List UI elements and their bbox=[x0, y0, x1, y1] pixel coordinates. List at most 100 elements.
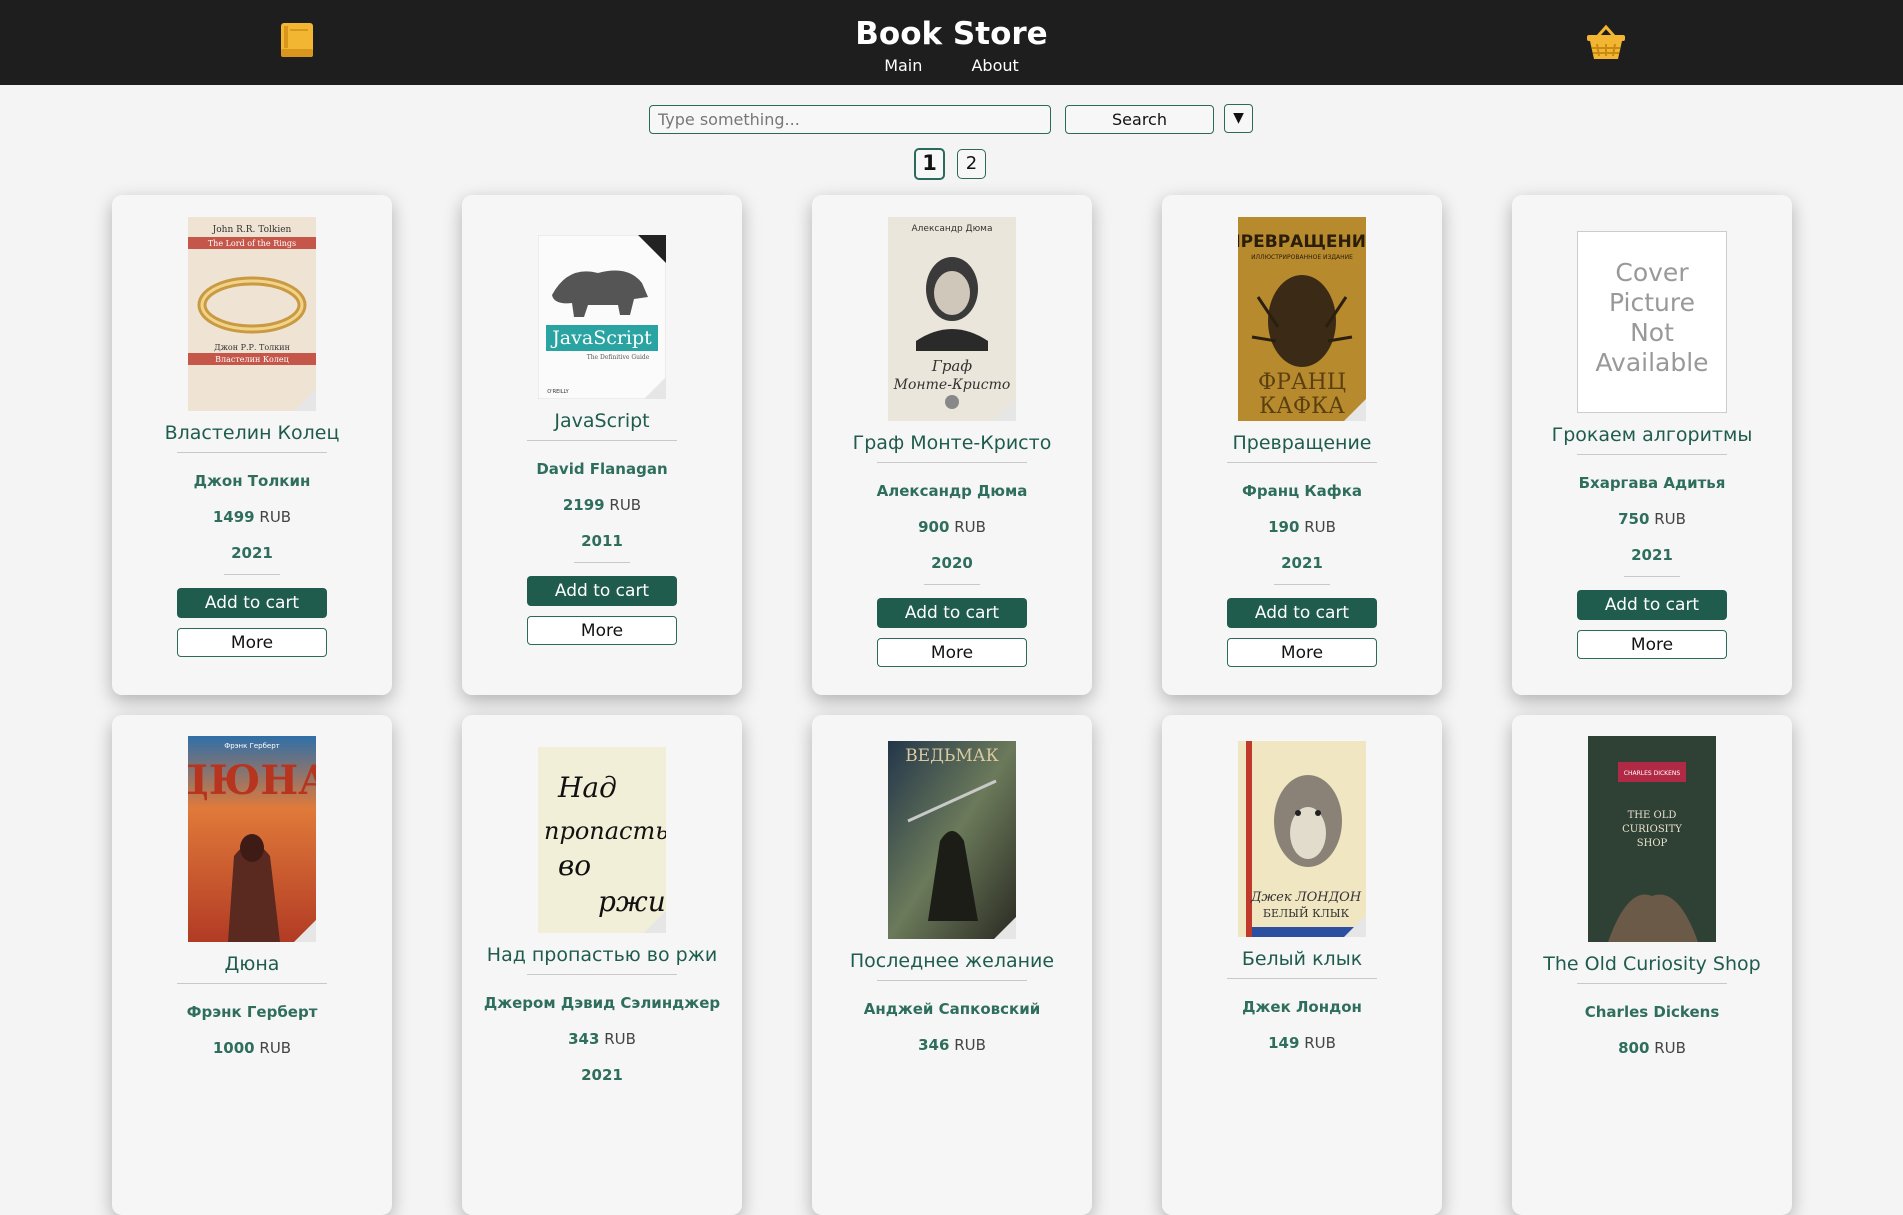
cover-text: КАФКА bbox=[1259, 394, 1345, 419]
page-2-button[interactable]: 2 bbox=[957, 149, 986, 179]
book-author: Александр Дюма bbox=[876, 482, 1028, 500]
book-title[interactable]: The Old Curiosity Shop bbox=[1512, 951, 1792, 977]
divider bbox=[1577, 454, 1727, 455]
more-button[interactable]: More bbox=[177, 628, 327, 657]
add-to-cart-button[interactable]: Add to cart bbox=[1227, 598, 1377, 628]
book-author: Анджей Сапковский bbox=[863, 1000, 1041, 1018]
cover-not-available-placeholder: Cover Picture Not Available bbox=[1577, 231, 1727, 413]
cover-text: SHOP bbox=[1637, 838, 1668, 849]
price-currency: RUB bbox=[1304, 518, 1336, 536]
cover-text: Над bbox=[557, 771, 617, 804]
basket-icon[interactable] bbox=[1585, 24, 1627, 62]
cover-text: БЕЛЫЙ КЛЫК bbox=[1263, 906, 1350, 920]
add-to-cart-button[interactable]: Add to cart bbox=[1577, 590, 1727, 620]
book-title[interactable]: Над пропастью во ржи bbox=[462, 942, 742, 968]
divider bbox=[1227, 462, 1377, 463]
price-value: 1499 bbox=[212, 508, 255, 526]
book-author: Джером Дэвид Сэлинджер bbox=[483, 994, 721, 1012]
cover-text: ИЛЛЮСТРИРОВАННОЕ ИЗДАНИЕ bbox=[1251, 254, 1353, 261]
book-price: 900 RUB bbox=[812, 518, 1092, 536]
divider bbox=[527, 974, 677, 975]
price-value: 190 bbox=[1268, 518, 1300, 536]
price-value: 2199 bbox=[562, 496, 605, 514]
cover-text: Граф bbox=[931, 357, 972, 375]
price-currency: RUB bbox=[259, 1039, 292, 1057]
book-title[interactable]: Дюна bbox=[112, 951, 392, 977]
more-button[interactable]: More bbox=[1577, 630, 1727, 659]
divider bbox=[1624, 576, 1680, 577]
book-cover-image: Джек ЛОНДОН БЕЛЫЙ КЛЫК bbox=[1238, 741, 1366, 937]
cover-text: Александр Дюма bbox=[912, 224, 993, 234]
add-to-cart-button[interactable]: Add to cart bbox=[177, 588, 327, 618]
cover-text: O'REILLY bbox=[547, 389, 569, 395]
more-button[interactable]: More bbox=[877, 638, 1027, 667]
cover-text: Властелин Колец bbox=[215, 355, 289, 364]
more-button[interactable]: More bbox=[1227, 638, 1377, 667]
price-currency: RUB bbox=[604, 1030, 636, 1048]
add-to-cart-button[interactable]: Add to cart bbox=[527, 576, 677, 606]
book-price: 1000 RUB bbox=[112, 1039, 392, 1057]
book-cover-image: CHARLES DICKENS THE OLD CURIOSITY SHOP bbox=[1588, 736, 1716, 942]
page-1-button[interactable]: 1 bbox=[914, 148, 945, 180]
price-currency: RUB bbox=[954, 1036, 986, 1054]
search-input[interactable] bbox=[649, 105, 1051, 134]
book-card: ПРЕВРАЩЕНИЕ ИЛЛЮСТРИРОВАННОЕ ИЗДАНИЕ ФРА… bbox=[1162, 195, 1442, 695]
book-card: Cover Picture Not Available Грокаем алго… bbox=[1512, 195, 1792, 695]
cover-text: JavaScript bbox=[550, 327, 652, 349]
cover-text: ФРАНЦ bbox=[1258, 370, 1346, 395]
cover-text: CHARLES DICKENS bbox=[1624, 770, 1681, 777]
price-value: 750 bbox=[1618, 510, 1650, 528]
book-cover-image: JavaScript The Definitive Guide O'REILLY bbox=[538, 235, 666, 399]
price-value: 900 bbox=[918, 518, 950, 536]
book-title[interactable]: Превращение bbox=[1162, 430, 1442, 456]
book-author: Фрэнк Герберт bbox=[186, 1003, 318, 1021]
divider bbox=[224, 574, 280, 575]
book-author: Charles Dickens bbox=[1584, 1003, 1720, 1021]
book-price: 2199 RUB bbox=[462, 496, 742, 514]
placeholder-text: Cover bbox=[1615, 258, 1689, 287]
book-price: 800 RUB bbox=[1512, 1039, 1792, 1057]
top-bar: Book Store Main About bbox=[0, 0, 1903, 85]
cover-text: THE OLD bbox=[1628, 810, 1677, 821]
book-cover-image: John R.R. Tolkien The Lord of the Rings … bbox=[188, 217, 316, 411]
book-year: 2021 bbox=[1281, 554, 1323, 572]
book-title[interactable]: JavaScript bbox=[462, 408, 742, 434]
cover-text: ДЮНА bbox=[188, 757, 316, 804]
placeholder-text: Available bbox=[1595, 348, 1709, 377]
book-card: Александр Дюма Граф Монте-Кристо Граф Мо… bbox=[812, 195, 1092, 695]
book-price: 149 RUB bbox=[1162, 1034, 1442, 1052]
search-button[interactable]: Search bbox=[1065, 105, 1214, 134]
add-to-cart-button[interactable]: Add to cart bbox=[877, 598, 1027, 628]
book-year: 2021 bbox=[231, 544, 273, 562]
divider bbox=[877, 462, 1027, 463]
cover-text: ПРЕВРАЩЕНИЕ bbox=[1238, 232, 1366, 252]
book-cover-image: ВЕДЬМАК bbox=[888, 741, 1016, 939]
book-year: 2021 bbox=[1631, 546, 1673, 564]
cover-text: CURIOSITY bbox=[1622, 824, 1682, 835]
price-value: 149 bbox=[1268, 1034, 1300, 1052]
book-cover-image: ПРЕВРАЩЕНИЕ ИЛЛЮСТРИРОВАННОЕ ИЗДАНИЕ ФРА… bbox=[1238, 217, 1366, 421]
book-title[interactable]: Белый клык bbox=[1162, 946, 1442, 972]
book-title[interactable]: Последнее желание bbox=[812, 948, 1092, 974]
more-button[interactable]: More bbox=[527, 616, 677, 645]
book-price: 343 RUB bbox=[462, 1030, 742, 1048]
price-value: 346 bbox=[918, 1036, 950, 1054]
book-price: 346 RUB bbox=[812, 1036, 1092, 1054]
book-card: Фрэнк Герберт ДЮНА Дюна Фрэнк Герберт 10… bbox=[112, 715, 392, 1215]
book-title[interactable]: Граф Монте-Кристо bbox=[812, 430, 1092, 456]
book-author: Джон Толкин bbox=[193, 472, 311, 490]
price-currency: RUB bbox=[954, 518, 986, 536]
price-currency: RUB bbox=[609, 496, 642, 514]
nav-main-link[interactable]: Main bbox=[884, 56, 922, 75]
book-year: 2020 bbox=[931, 554, 973, 572]
cover-text: The Lord of the Rings bbox=[208, 239, 296, 248]
sort-dropdown-button[interactable]: ▼ bbox=[1224, 104, 1253, 133]
price-currency: RUB bbox=[259, 508, 292, 526]
cover-text: Фрэнк Герберт bbox=[224, 742, 280, 750]
book-title[interactable]: Грокаем алгоритмы bbox=[1512, 422, 1792, 448]
book-cover-image: Александр Дюма Граф Монте-Кристо bbox=[888, 217, 1016, 421]
divider bbox=[1274, 584, 1330, 585]
nav-about-link[interactable]: About bbox=[971, 56, 1018, 75]
cover-text: John R.R. Tolkien bbox=[212, 225, 292, 235]
book-title[interactable]: Властелин Колец bbox=[112, 420, 392, 446]
